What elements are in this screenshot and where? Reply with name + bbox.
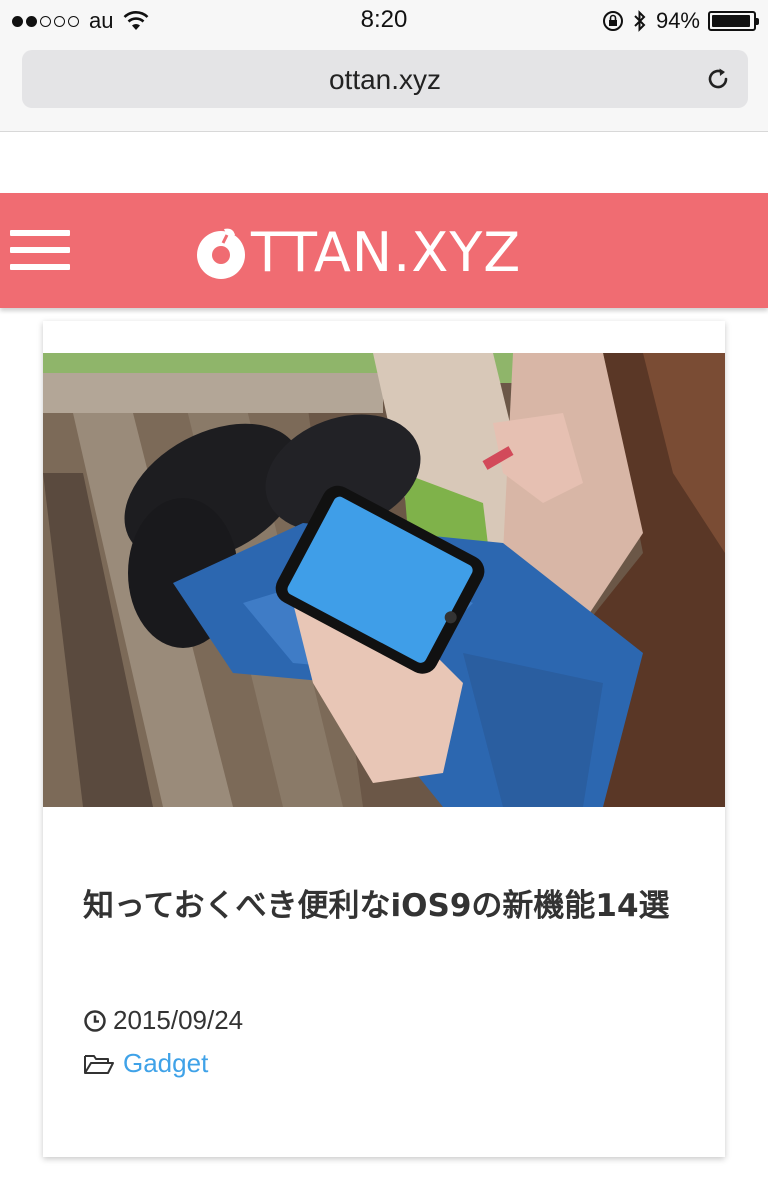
thumbnail-photo — [43, 353, 725, 807]
post-thumbnail[interactable] — [43, 353, 725, 807]
battery-fill — [712, 15, 750, 27]
menu-icon[interactable] — [10, 230, 70, 270]
category-link[interactable]: Gadget — [123, 1048, 208, 1079]
post-date: 2015/09/24 — [83, 1005, 243, 1036]
battery-icon — [708, 11, 759, 31]
logo-text: TTAN.XYZ — [251, 221, 522, 284]
post-title[interactable]: 知っておくべき便利なiOS9の新機能14選 — [83, 886, 693, 926]
folder-open-icon — [84, 1054, 114, 1074]
url-text: ottan.xyz — [328, 64, 442, 95]
post-date-text: 2015/09/24 — [113, 1005, 244, 1035]
site-header: TTAN.XYZ — [0, 193, 768, 308]
battery-percent: 94% — [655, 8, 700, 33]
status-right: 94% — [602, 8, 759, 34]
orientation-lock-icon — [602, 11, 623, 31]
status-bar: au 8:20 94% — [0, 0, 768, 42]
apple-logo-icon — [197, 228, 245, 279]
site-logo[interactable]: TTAN.XYZ — [193, 223, 521, 283]
clock-icon — [84, 1009, 106, 1032]
post-category: Gadget — [83, 1048, 208, 1079]
bluetooth-icon — [634, 10, 646, 32]
reload-icon[interactable] — [704, 65, 732, 93]
address-bar[interactable]: ottan.xyz — [22, 50, 748, 108]
post-card[interactable]: 知っておくべき便利なiOS9の新機能14選 2015/09/24 Gadget — [43, 321, 725, 1157]
browser-toolbar: ottan.xyz — [0, 42, 768, 132]
